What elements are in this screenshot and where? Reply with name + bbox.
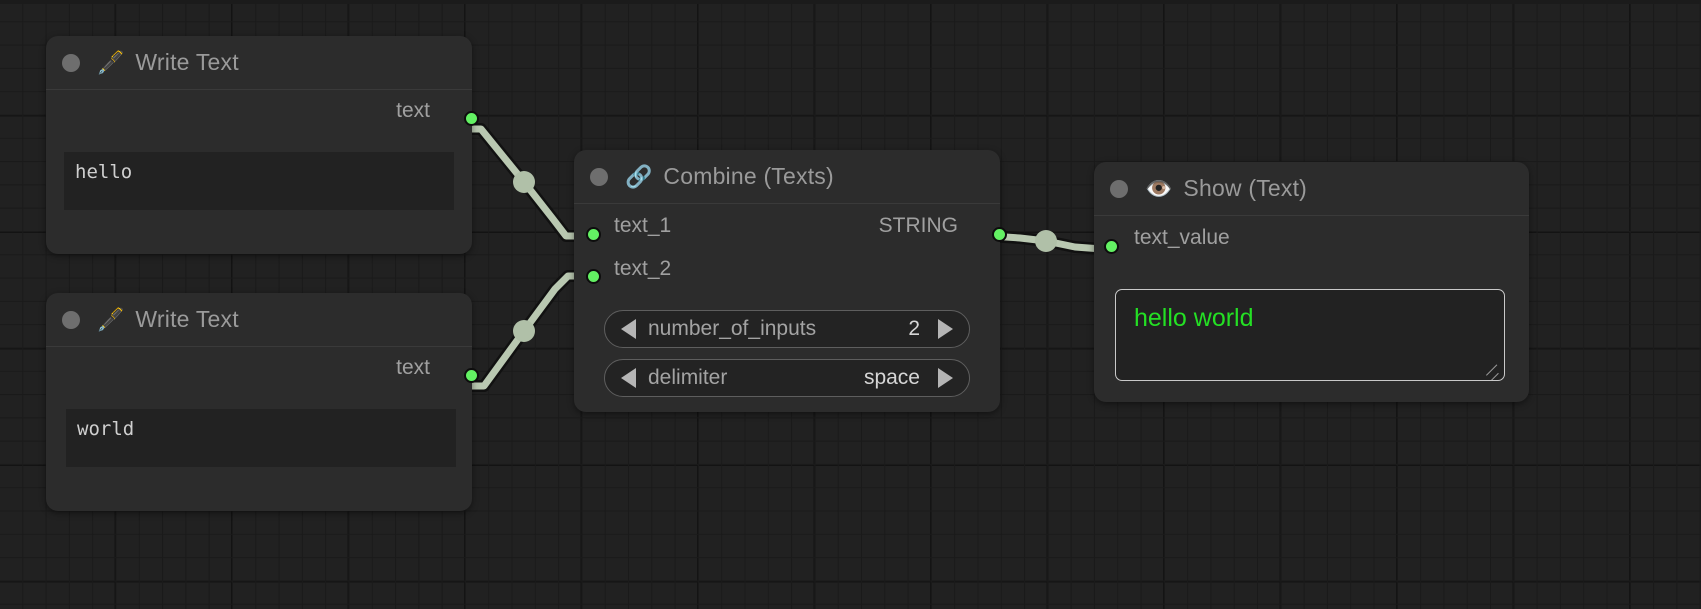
widget-number-of-inputs[interactable]: number_of_inputs 2: [604, 310, 970, 348]
slot-row-text2: text_2: [574, 248, 1000, 290]
node-body: text world: [46, 347, 479, 467]
link-midpoint-dot: [513, 320, 535, 342]
widget-delimiter[interactable]: delimiter space: [604, 359, 970, 397]
output-display-box[interactable]: hello world: [1115, 289, 1505, 381]
link-write2-to-text2[interactable]: [458, 270, 589, 392]
output-port-text[interactable]: [464, 368, 479, 383]
output-slot-text[interactable]: text: [46, 90, 472, 132]
text-input-hello[interactable]: hello: [64, 152, 454, 210]
node-show-text[interactable]: 👁️ Show (Text) text_value hello world: [1094, 162, 1529, 402]
node-title-bar[interactable]: 🖋️ Write Text: [46, 293, 472, 347]
node-title-label: Write Text: [135, 49, 239, 75]
node-body: text_1 STRING text_2 number_of_inputs 2 …: [574, 204, 1007, 397]
collapse-dot[interactable]: [62, 53, 80, 72]
slot-row-text-value: text_value: [1094, 216, 1529, 260]
output-slot-label: text: [396, 99, 430, 122]
node-title-label: Write Text: [135, 306, 239, 332]
node-body: text_value hello world: [1094, 216, 1529, 381]
widget-label: delimiter: [648, 366, 728, 389]
link-icon: 🔗: [625, 163, 653, 189]
eye-icon: 👁️: [1145, 175, 1173, 201]
input-port-text2[interactable]: [586, 269, 601, 284]
node-title-bar[interactable]: 🔗 Combine (Texts): [574, 150, 1000, 204]
link-midpoint-dot: [513, 171, 535, 193]
input-slot-label-text-value[interactable]: text_value: [1134, 226, 1230, 250]
input-slot-label-text1[interactable]: text_1: [614, 214, 671, 238]
node-title-bar[interactable]: 👁️ Show (Text): [1094, 162, 1529, 216]
node-title-label: Show (Text): [1183, 175, 1308, 201]
resize-grip-icon[interactable]: [1485, 362, 1501, 380]
widget-value[interactable]: 2: [908, 317, 920, 341]
slot-row-text1-string: text_1 STRING: [574, 204, 1000, 248]
node-write-text-1[interactable]: 🖋️ Write Text text hello: [46, 36, 479, 254]
link-write1-to-text1[interactable]: [456, 123, 589, 242]
node-title-bar[interactable]: 🖋️ Write Text: [46, 36, 472, 90]
node-combine-texts[interactable]: 🔗 Combine (Texts) text_1 STRING text_2 n…: [574, 150, 1007, 412]
output-port-string[interactable]: [992, 227, 1007, 242]
stepper-right-arrow-icon[interactable]: [938, 368, 953, 388]
output-slot-text[interactable]: text: [46, 347, 472, 389]
fountain-pen-icon: 🖋️: [97, 49, 125, 75]
node-title-label: Combine (Texts): [663, 163, 834, 189]
collapse-dot[interactable]: [62, 310, 80, 329]
stepper-left-arrow-icon[interactable]: [621, 368, 636, 388]
collapse-dot[interactable]: [590, 167, 608, 186]
output-slot-label: text: [396, 356, 430, 379]
collapse-dot[interactable]: [1110, 179, 1128, 198]
link-midpoint-dot: [1035, 230, 1057, 252]
fountain-pen-icon: 🖋️: [97, 306, 125, 332]
stepper-left-arrow-icon[interactable]: [621, 319, 636, 339]
node-body: text hello: [46, 90, 479, 210]
node-write-text-2[interactable]: 🖋️ Write Text text world: [46, 293, 479, 511]
output-slot-label-string[interactable]: STRING: [879, 214, 958, 238]
input-port-text-value[interactable]: [1104, 239, 1119, 254]
stepper-right-arrow-icon[interactable]: [938, 319, 953, 339]
widget-label: number_of_inputs: [648, 317, 817, 340]
node-graph-canvas[interactable]: 🖋️ Write Text text hello 🖋️ Write Text t…: [0, 0, 1701, 609]
output-display-value: hello world: [1134, 304, 1254, 332]
text-input-world[interactable]: world: [66, 409, 456, 467]
input-port-text1[interactable]: [586, 227, 601, 242]
widget-value[interactable]: space: [864, 366, 920, 390]
output-port-text[interactable]: [464, 111, 479, 126]
input-slot-label-text2[interactable]: text_2: [614, 257, 671, 281]
